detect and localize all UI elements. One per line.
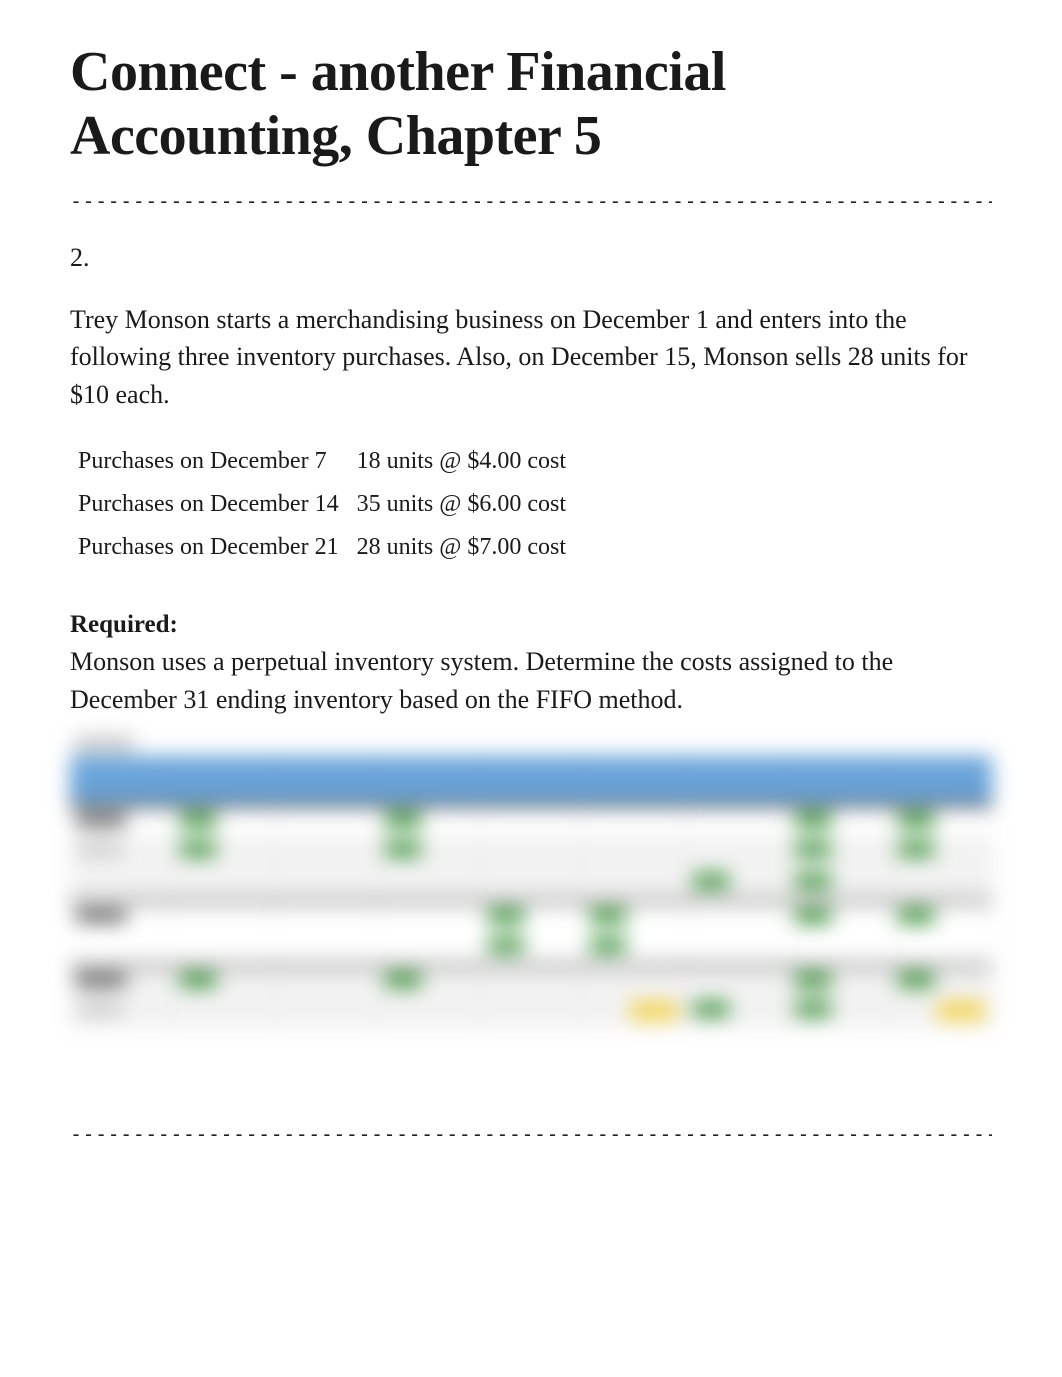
purchase-label: Purchases on December 14 [78, 483, 357, 526]
divider-bottom: ----------------------------------------… [70, 1122, 992, 1146]
purchase-detail: 18 units @ $4.00 cost [357, 440, 584, 483]
divider-top: ----------------------------------------… [70, 189, 992, 213]
purchases-table: Purchases on December 7 18 units @ $4.00… [78, 440, 584, 569]
blurred-spreadsheet [70, 732, 992, 1092]
required-paragraph: Monson uses a perpetual inventory system… [70, 643, 992, 718]
purchase-label: Purchases on December 21 [78, 526, 357, 569]
required-heading: Required: [70, 611, 992, 639]
question-number: 2. [70, 243, 992, 273]
table-row: Purchases on December 21 28 units @ $7.0… [78, 526, 584, 569]
purchase-detail: 28 units @ $7.00 cost [357, 526, 584, 569]
table-row: Purchases on December 7 18 units @ $4.00… [78, 440, 584, 483]
table-row: Purchases on December 14 35 units @ $6.0… [78, 483, 584, 526]
page-title: Connect - another Financial Accounting, … [70, 40, 992, 169]
intro-paragraph: Trey Monson starts a merchandising busin… [70, 301, 992, 414]
document-page: Connect - another Financial Accounting, … [0, 0, 1062, 1236]
purchase-label: Purchases on December 7 [78, 440, 357, 483]
purchase-detail: 35 units @ $6.00 cost [357, 483, 584, 526]
